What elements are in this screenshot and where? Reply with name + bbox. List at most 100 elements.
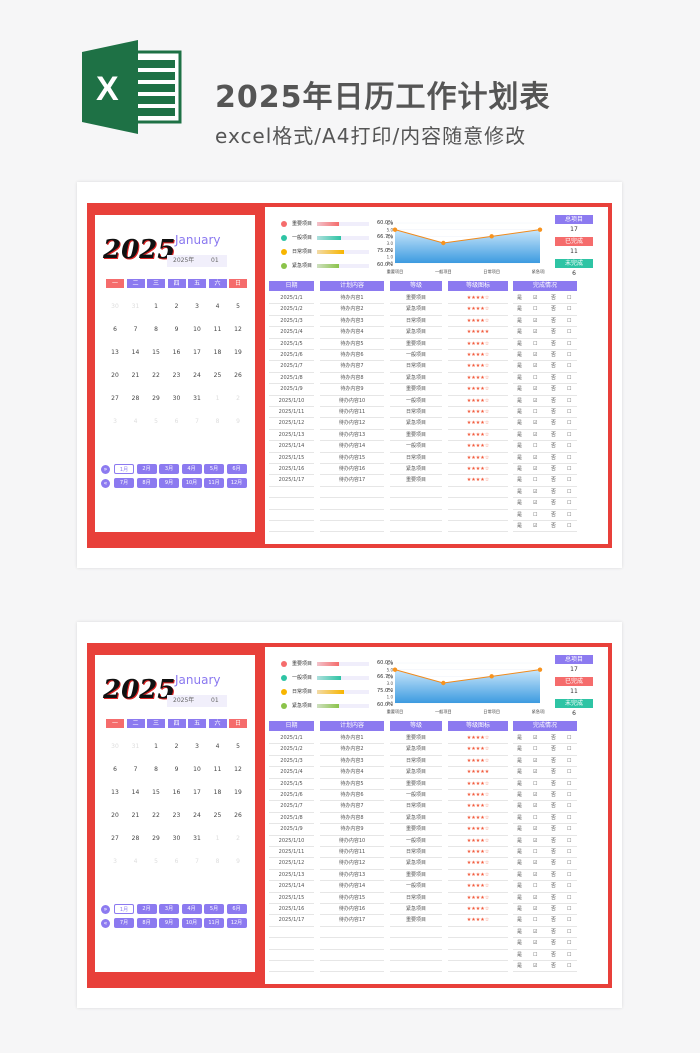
month-button[interactable]: 7月 (114, 478, 134, 488)
no-checkbox[interactable]: ☐ (567, 927, 571, 938)
calendar-day[interactable]: 21 (127, 372, 145, 379)
no-checkbox[interactable]: ☐ (567, 893, 571, 904)
yes-checkbox[interactable]: ☐ (533, 339, 537, 350)
calendar-day[interactable]: 7 (127, 326, 145, 333)
calendar-day[interactable]: 5 (147, 418, 165, 425)
month-button[interactable]: 11月 (204, 478, 224, 488)
next-icon[interactable]: » (101, 465, 110, 474)
calendar-day[interactable]: 9 (168, 766, 186, 773)
yes-checkbox[interactable]: ☑ (533, 870, 537, 881)
calendar-day[interactable]: 5 (229, 303, 247, 310)
calendar-day[interactable]: 16 (168, 789, 186, 796)
calendar-day[interactable]: 1 (147, 743, 165, 750)
calendar-day[interactable]: 11 (209, 766, 227, 773)
calendar-day[interactable]: 7 (188, 418, 206, 425)
calendar-day[interactable]: 9 (229, 418, 247, 425)
calendar-day[interactable]: 23 (168, 812, 186, 819)
no-checkbox[interactable]: ☐ (567, 790, 571, 801)
yes-checkbox[interactable]: ☐ (533, 407, 537, 418)
calendar-day[interactable]: 19 (229, 349, 247, 356)
yes-checkbox[interactable]: ☑ (533, 938, 537, 949)
yes-checkbox[interactable]: ☐ (533, 510, 537, 521)
no-checkbox[interactable]: ☐ (567, 430, 571, 441)
calendar-day[interactable]: 17 (188, 349, 206, 356)
month-button[interactable]: 3月 (159, 464, 179, 474)
calendar-day[interactable]: 30 (168, 395, 186, 402)
month-button[interactable]: 5月 (204, 904, 224, 914)
no-checkbox[interactable]: ☐ (567, 836, 571, 847)
next-icon[interactable]: » (101, 905, 110, 914)
yes-checkbox[interactable]: ☑ (533, 801, 537, 812)
no-checkbox[interactable]: ☐ (567, 847, 571, 858)
no-checkbox[interactable]: ☐ (567, 779, 571, 790)
yes-checkbox[interactable]: ☑ (533, 453, 537, 464)
no-checkbox[interactable]: ☐ (567, 361, 571, 372)
calendar-day[interactable]: 31 (188, 835, 206, 842)
calendar-day[interactable]: 9 (168, 326, 186, 333)
yes-checkbox[interactable]: ☑ (533, 521, 537, 532)
month-button[interactable]: 2月 (136, 904, 157, 914)
calendar-day[interactable]: 8 (209, 858, 227, 865)
calendar-day[interactable]: 20 (106, 812, 124, 819)
yes-checkbox[interactable]: ☑ (533, 464, 537, 475)
yes-checkbox[interactable]: ☑ (533, 824, 537, 835)
calendar-day[interactable]: 28 (127, 835, 145, 842)
month-button[interactable]: 5月 (204, 464, 224, 474)
month-button[interactable]: 10月 (181, 918, 202, 928)
calendar-day[interactable]: 30 (168, 835, 186, 842)
calendar-day[interactable]: 4 (127, 418, 145, 425)
yes-checkbox[interactable]: ☑ (533, 350, 537, 361)
calendar-day[interactable]: 12 (229, 766, 247, 773)
yes-checkbox[interactable]: ☑ (533, 858, 537, 869)
no-checkbox[interactable]: ☐ (567, 510, 571, 521)
yes-checkbox[interactable]: ☑ (533, 756, 537, 767)
yes-checkbox[interactable]: ☑ (533, 396, 537, 407)
no-checkbox[interactable]: ☐ (567, 304, 571, 315)
yes-checkbox[interactable]: ☑ (533, 961, 537, 972)
no-checkbox[interactable]: ☐ (567, 350, 571, 361)
no-checkbox[interactable]: ☐ (567, 293, 571, 304)
month-button[interactable]: 1月 (114, 464, 134, 474)
calendar-day[interactable]: 26 (229, 372, 247, 379)
yes-checkbox[interactable]: ☐ (533, 373, 537, 384)
no-checkbox[interactable]: ☐ (567, 801, 571, 812)
no-checkbox[interactable]: ☐ (567, 904, 571, 915)
calendar-day[interactable]: 10 (188, 326, 206, 333)
yes-checkbox[interactable]: ☐ (533, 915, 537, 926)
calendar-day[interactable]: 8 (147, 766, 165, 773)
calendar-day[interactable]: 19 (229, 789, 247, 796)
month-button[interactable]: 9月 (159, 918, 179, 928)
no-checkbox[interactable]: ☐ (567, 407, 571, 418)
calendar-day[interactable]: 1 (147, 303, 165, 310)
no-checkbox[interactable]: ☐ (567, 950, 571, 961)
yes-checkbox[interactable]: ☑ (533, 327, 537, 338)
calendar-day[interactable]: 27 (106, 835, 124, 842)
calendar-day[interactable]: 6 (106, 766, 124, 773)
calendar-day[interactable]: 7 (127, 766, 145, 773)
calendar-day[interactable]: 20 (106, 372, 124, 379)
month-button[interactable]: 8月 (136, 918, 157, 928)
calendar-day[interactable]: 23 (168, 372, 186, 379)
calendar-day[interactable]: 2 (229, 395, 247, 402)
yes-checkbox[interactable]: ☑ (533, 904, 537, 915)
yes-checkbox[interactable]: ☑ (533, 767, 537, 778)
calendar-day[interactable]: 3 (106, 418, 124, 425)
month-button[interactable]: 1月 (114, 904, 134, 914)
calendar-day[interactable]: 2 (168, 743, 186, 750)
calendar-day[interactable]: 27 (106, 395, 124, 402)
no-checkbox[interactable]: ☐ (567, 767, 571, 778)
calendar-day[interactable]: 3 (106, 858, 124, 865)
calendar-day[interactable]: 31 (188, 395, 206, 402)
yes-checkbox[interactable]: ☐ (533, 304, 537, 315)
calendar-day[interactable]: 16 (168, 349, 186, 356)
calendar-day[interactable]: 6 (106, 326, 124, 333)
no-checkbox[interactable]: ☐ (567, 384, 571, 395)
year-month-selector[interactable]: 2025年 01 (167, 695, 227, 707)
calendar-day[interactable]: 31 (127, 743, 145, 750)
yes-checkbox[interactable]: ☐ (533, 744, 537, 755)
no-checkbox[interactable]: ☐ (567, 396, 571, 407)
calendar-day[interactable]: 13 (106, 349, 124, 356)
calendar-day[interactable]: 6 (168, 858, 186, 865)
no-checkbox[interactable]: ☐ (567, 373, 571, 384)
month-button[interactable]: 4月 (181, 904, 202, 914)
